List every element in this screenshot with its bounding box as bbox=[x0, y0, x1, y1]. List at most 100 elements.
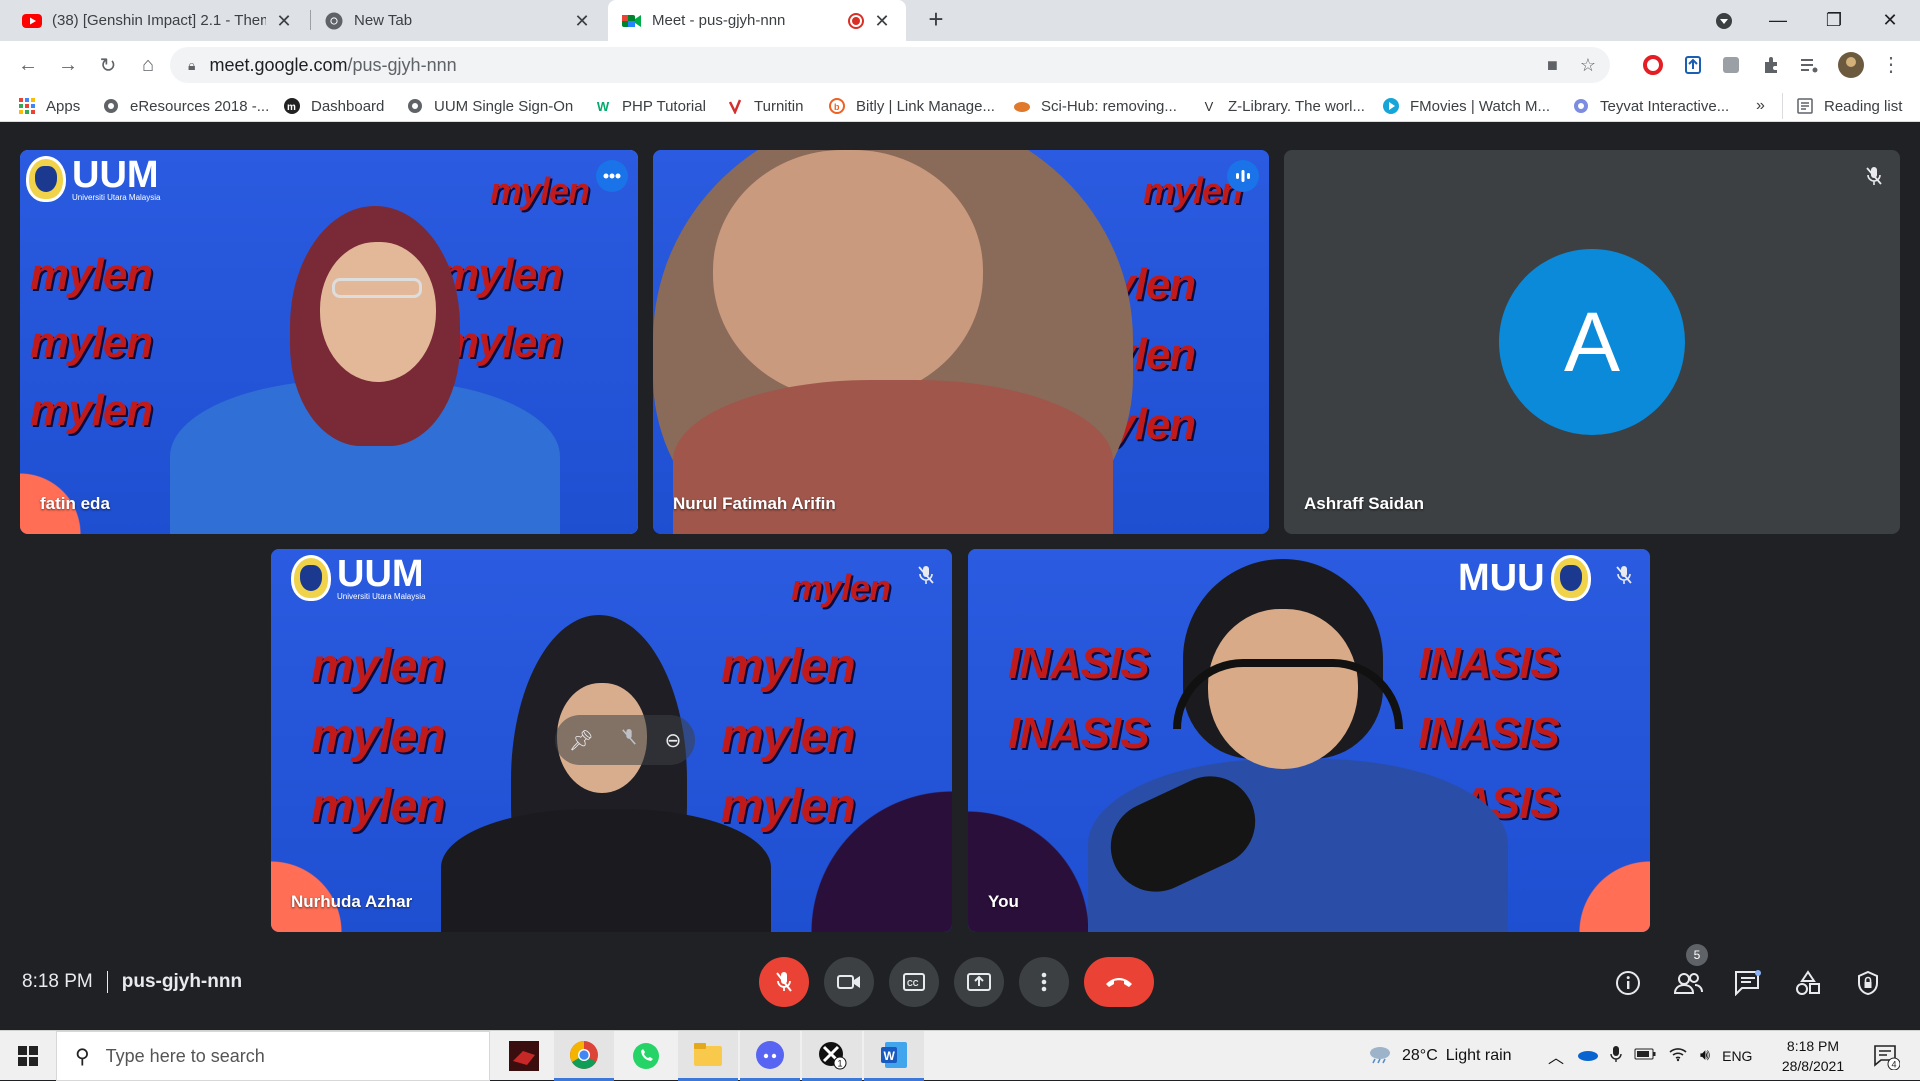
show-hidden-icons-icon[interactable]: ︿ bbox=[1548, 1044, 1564, 1068]
divider bbox=[106, 971, 108, 993]
profile-extension-icon[interactable] bbox=[1716, 50, 1746, 80]
backdrop-banner: mylen bbox=[30, 386, 153, 435]
microphone-icon[interactable] bbox=[1610, 1045, 1622, 1068]
bookmark-label: eResources 2018 -... bbox=[130, 97, 270, 115]
bookmark-zlibrary[interactable]: V Z-Library. The worl... bbox=[1200, 94, 1365, 118]
taskbar-app-file-explorer[interactable] bbox=[678, 1031, 738, 1081]
bookmark-apps[interactable]: Apps bbox=[18, 94, 80, 118]
close-tab-icon[interactable]: ✕ bbox=[572, 11, 592, 31]
weather-temp: 28°C bbox=[1402, 1047, 1438, 1064]
bookmark-teyvat[interactable]: Teyvat Interactive... bbox=[1572, 94, 1729, 118]
browser-tab-new-tab[interactable]: New Tab ✕ bbox=[310, 0, 606, 41]
participant-tile-you[interactable]: MUU INASIS INASIS INASIS INASIS INASIS Y… bbox=[968, 549, 1650, 932]
forward-button[interactable]: → bbox=[52, 49, 84, 81]
backdrop-banner: mylen bbox=[311, 780, 446, 833]
bookmark-turnitin[interactable]: Turnitin bbox=[726, 94, 803, 118]
minimize-button[interactable]: — bbox=[1750, 0, 1806, 41]
home-button[interactable]: ⌂ bbox=[132, 49, 164, 81]
meeting-code: pus-gjyh-nnn bbox=[121, 971, 243, 992]
weather-widget[interactable]: 28°C Light rain bbox=[1368, 1031, 1512, 1081]
address-bar[interactable]: 🔒︎ meet.google.com/pus-gjyh-nnn ■ ☆ bbox=[170, 47, 1610, 83]
wifi-icon[interactable] bbox=[1668, 1046, 1688, 1067]
bookmark-dashboard[interactable]: m Dashboard bbox=[283, 94, 384, 118]
browser-tab-meet[interactable]: Meet - pus-gjyh-nnn ✕ bbox=[608, 0, 906, 41]
backdrop-banner: mylen bbox=[440, 250, 563, 299]
close-tab-icon[interactable]: ✕ bbox=[872, 11, 892, 31]
backdrop-banner: mylen bbox=[30, 318, 153, 367]
taskbar-clock[interactable]: 8:18 PM 28/8/2021 bbox=[1768, 1036, 1858, 1076]
recording-indicator-icon bbox=[848, 12, 864, 29]
reading-list-icon bbox=[1796, 97, 1814, 115]
host-controls-button[interactable] bbox=[1852, 967, 1884, 999]
participant-tile-nurul-fatimah-arifin[interactable]: mylen mylen mylen mylen Nurul Fatimah Ar… bbox=[653, 150, 1269, 534]
camera-toggle-button[interactable] bbox=[824, 957, 874, 1007]
profile-avatar[interactable] bbox=[1836, 50, 1866, 80]
zlibrary-icon: V bbox=[1204, 98, 1214, 114]
info-icon bbox=[1616, 971, 1640, 995]
close-tab-icon[interactable]: ✕ bbox=[274, 11, 294, 31]
windows-taskbar: ⚲ Type here to search 1 W 28°C Light rai… bbox=[0, 1030, 1920, 1081]
more-vert-icon bbox=[1041, 972, 1047, 992]
leave-call-button[interactable] bbox=[1084, 957, 1154, 1007]
participant-tile-nurhuda-azhar[interactable]: UUM Universiti Utara Malaysia mylen mylen… bbox=[271, 549, 952, 932]
more-bookmarks-button[interactable]: » bbox=[1756, 94, 1765, 118]
extensions-puzzle-icon[interactable] bbox=[1756, 50, 1786, 80]
taskbar-search-input[interactable]: ⚲ Type here to search bbox=[56, 1031, 490, 1081]
reload-button[interactable]: ↻ bbox=[92, 49, 124, 81]
taskbar-app-game[interactable] bbox=[494, 1031, 554, 1081]
lock-icon[interactable]: 🔒︎ bbox=[188, 57, 195, 74]
close-window-button[interactable]: ✕ bbox=[1862, 0, 1918, 41]
upload-extension-icon[interactable] bbox=[1678, 50, 1708, 80]
participant-tile-ashraff-saidan[interactable]: A Ashraff Saidan bbox=[1284, 150, 1900, 534]
svg-text:b: b bbox=[834, 102, 840, 112]
media-control-icon[interactable] bbox=[1794, 50, 1824, 80]
bookmark-bitly[interactable]: b Bitly | Link Manage... bbox=[828, 94, 995, 118]
chat-button[interactable] bbox=[1732, 967, 1764, 999]
bookmark-uum-sso[interactable]: UUM Single Sign-On bbox=[406, 94, 573, 118]
game-app-icon bbox=[509, 1041, 539, 1071]
more-options-button[interactable] bbox=[1019, 957, 1069, 1007]
taskbar-app-chrome[interactable] bbox=[554, 1031, 614, 1081]
bookmark-star-icon[interactable]: ☆ bbox=[1580, 55, 1596, 76]
activities-button[interactable] bbox=[1792, 967, 1824, 999]
taskbar-app-discord[interactable] bbox=[740, 1031, 800, 1081]
camera-in-use-icon[interactable]: ■ bbox=[1547, 55, 1558, 76]
windows-start-button[interactable] bbox=[0, 1031, 56, 1081]
mute-participant-icon[interactable] bbox=[621, 727, 637, 753]
battery-icon[interactable] bbox=[1634, 1047, 1656, 1065]
volume-icon[interactable]: 🔊︎ bbox=[1700, 1047, 1710, 1065]
chrome-menu-icon[interactable]: ⋮ bbox=[1876, 50, 1906, 80]
taskbar-app-word[interactable]: W bbox=[864, 1031, 924, 1081]
taskbar-app-xbox[interactable]: 1 bbox=[802, 1031, 862, 1081]
bookmark-eresources[interactable]: eResources 2018 -... bbox=[102, 94, 269, 118]
captions-button[interactable]: CC bbox=[889, 957, 939, 1007]
closed-captions-icon: CC bbox=[903, 973, 925, 991]
remove-participant-icon[interactable]: ⊖ bbox=[665, 728, 682, 753]
taskbar-app-whatsapp[interactable] bbox=[616, 1031, 676, 1081]
bookmark-php-tutorial[interactable]: W PHP Tutorial bbox=[594, 94, 706, 118]
system-tray: ︿ 🔊︎ ENG bbox=[1548, 1031, 1752, 1081]
onedrive-icon[interactable] bbox=[1576, 1047, 1599, 1066]
uum-logo: UUM Universiti Utara Malaysia bbox=[26, 156, 160, 202]
more-options-icon[interactable] bbox=[596, 160, 628, 192]
pin-icon[interactable]: 📌︎ bbox=[569, 728, 594, 753]
participant-tile-fatin-eda[interactable]: UUM Universiti Utara Malaysia mylen mylen… bbox=[20, 150, 638, 534]
present-screen-button[interactable] bbox=[954, 957, 1004, 1007]
reading-list-button[interactable]: Reading list bbox=[1796, 94, 1902, 118]
input-language[interactable]: ENG bbox=[1722, 1048, 1752, 1064]
svg-text:1: 1 bbox=[838, 1058, 843, 1068]
restore-button[interactable]: ❐ bbox=[1806, 0, 1862, 41]
bookmark-scihub[interactable]: Sci-Hub: removing... bbox=[1013, 94, 1177, 118]
new-tab-button[interactable]: + bbox=[922, 6, 950, 34]
bookmark-label: PHP Tutorial bbox=[622, 97, 706, 115]
opera-extension-icon[interactable] bbox=[1638, 50, 1668, 80]
tab-search-button[interactable] bbox=[1696, 0, 1752, 41]
bookmark-fmovies[interactable]: FMovies | Watch M... bbox=[1382, 94, 1550, 118]
action-center-button[interactable]: 4 bbox=[1866, 1031, 1906, 1081]
back-button[interactable]: ← bbox=[12, 49, 44, 81]
browser-tab-youtube[interactable]: (38) [Genshin Impact] 2.1 - Them ✕ bbox=[8, 0, 308, 41]
svg-text:4: 4 bbox=[1892, 1060, 1897, 1070]
mic-toggle-button[interactable] bbox=[759, 957, 809, 1007]
people-button[interactable] bbox=[1672, 967, 1704, 999]
meeting-info-button[interactable] bbox=[1612, 967, 1644, 999]
